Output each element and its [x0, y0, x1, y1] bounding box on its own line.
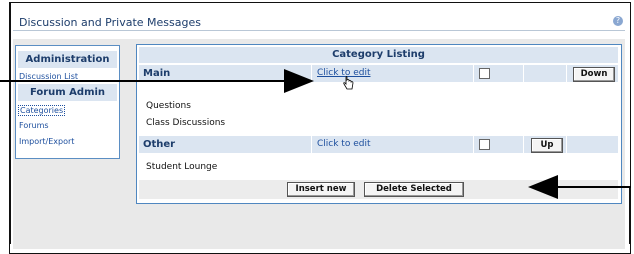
delete-selected-button[interactable]: Delete Selected: [364, 182, 464, 197]
annotation-arrow: [0, 80, 288, 82]
move-up-button[interactable]: Up: [531, 138, 563, 153]
cell-divider: [311, 136, 312, 153]
annotation-line: [629, 186, 631, 244]
annotation-line: [9, 84, 11, 244]
annotation-arrow: [550, 186, 631, 188]
cell-divider: [473, 136, 474, 153]
import-export-link[interactable]: Import/Export: [19, 137, 74, 146]
arrow-right-icon: [284, 69, 314, 93]
cell-divider: [473, 65, 474, 82]
arrow-left-icon: [528, 175, 558, 199]
category-listing-heading: Category Listing: [139, 47, 618, 63]
forum-admin-heading: Forum Admin: [18, 84, 117, 101]
category-row-other: Other Click to edit Up: [139, 136, 618, 153]
forum-item: Class Discussions: [146, 118, 226, 128]
hand-cursor-icon: [343, 76, 354, 90]
page-title: Discussion and Private Messages: [19, 16, 201, 29]
cell-divider: [523, 136, 524, 153]
admin-sidebar: Administration Discussion List Forum Adm…: [15, 45, 120, 159]
select-checkbox[interactable]: [479, 68, 490, 79]
forum-item: Questions: [146, 101, 191, 111]
categories-link[interactable]: Categories: [18, 105, 66, 116]
move-down-button[interactable]: Down: [573, 67, 615, 82]
category-name: Main: [143, 68, 171, 79]
forums-link[interactable]: Forums: [19, 121, 49, 130]
click-to-edit-link[interactable]: Click to edit: [317, 139, 370, 149]
annotation-line: [9, 2, 11, 86]
help-icon[interactable]: ?: [613, 16, 623, 26]
administration-heading: Administration: [18, 51, 117, 68]
cell-divider: [566, 136, 567, 153]
forum-item: Student Lounge: [146, 162, 218, 172]
insert-new-button[interactable]: Insert new: [287, 182, 355, 197]
category-name: Other: [143, 139, 176, 150]
select-checkbox[interactable]: [479, 139, 490, 150]
cell-divider: [566, 65, 567, 82]
cell-divider: [523, 65, 524, 82]
page-header: Discussion and Private Messages ?: [13, 8, 625, 31]
